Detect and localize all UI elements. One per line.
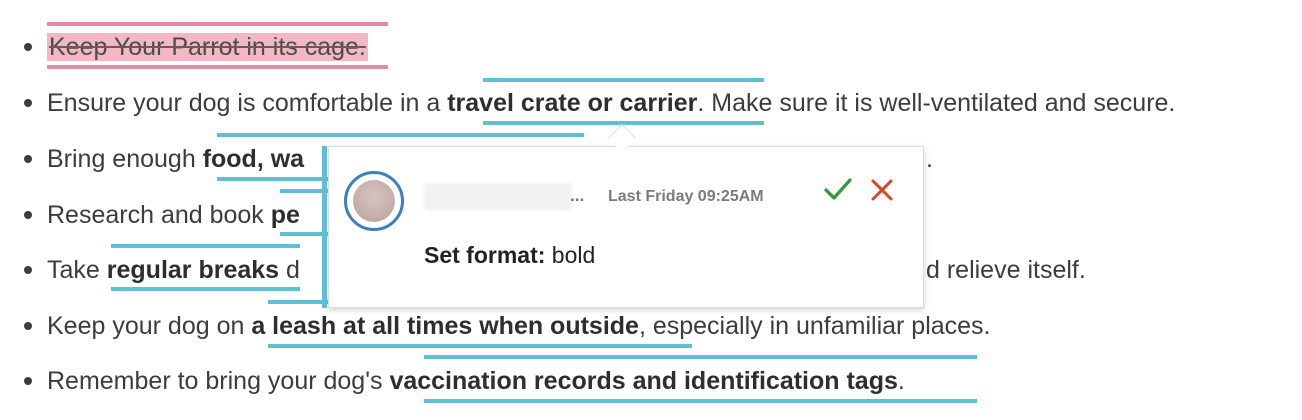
list-item-text: Ensure your dog is comfortable in a trav…	[47, 83, 1175, 123]
deleted-text[interactable]: Keep Your Parrot in its cage.	[47, 33, 368, 61]
accept-change-button[interactable]	[822, 174, 854, 206]
bullet-icon	[24, 99, 32, 107]
tracked-bold-text[interactable]: pe	[271, 201, 300, 229]
track-change-bar	[424, 355, 977, 359]
plain-text: .	[926, 145, 933, 173]
x-icon	[871, 179, 893, 201]
change-description: Set format: bold	[424, 242, 595, 269]
reject-change-button[interactable]	[866, 174, 898, 206]
list-item-text: Take regular breaks d	[47, 250, 300, 290]
list-item-text: Research and book pe	[47, 195, 300, 235]
bullet-icon	[24, 43, 32, 51]
plain-text: Research and book	[47, 201, 271, 229]
plain-text: Ensure your dog is comfortable in a	[47, 89, 448, 117]
track-change-bar	[280, 189, 328, 193]
change-popup	[328, 146, 924, 308]
avatar	[344, 171, 404, 231]
list-item-text: Keep Your Parrot in its cage.	[47, 27, 368, 67]
track-change-bar	[111, 287, 300, 291]
list-item-text: Remember to bring your dog's vaccination…	[47, 361, 905, 401]
bullet-icon	[24, 377, 32, 385]
tracked-bold-text[interactable]: regular breaks	[107, 256, 279, 284]
popup-accent-bar	[322, 146, 327, 308]
author-name-ellipsis: ...	[570, 186, 585, 205]
check-icon	[824, 178, 852, 200]
tracked-bold-text[interactable]: vaccination records and identification t…	[389, 367, 897, 395]
track-change-bar	[217, 177, 330, 181]
avatar-photo	[353, 180, 395, 222]
tracked-bold-text[interactable]: a leash at all times when outside	[251, 312, 639, 340]
author-name-redacted	[424, 183, 572, 211]
plain-text: Take	[47, 256, 107, 284]
tracked-bold-text[interactable]: travel crate or carrier	[447, 89, 697, 117]
deletion-bar-top	[47, 22, 388, 26]
bullet-icon	[24, 322, 32, 330]
track-change-bar	[280, 232, 328, 236]
tracked-bold-text[interactable]: food, wa	[203, 145, 304, 173]
plain-text: .	[897, 367, 905, 395]
bullet-icon	[24, 266, 32, 274]
track-change-bar	[424, 399, 977, 403]
plain-text: . Make sure it is well-ventilated and se…	[697, 89, 1176, 117]
track-change-bar	[268, 344, 692, 348]
bullet-icon	[24, 211, 32, 219]
track-change-bar	[483, 78, 764, 82]
change-label: Set format:	[424, 242, 546, 268]
plain-text: d	[279, 256, 300, 284]
bullet-icon	[24, 155, 32, 163]
plain-text: , especially in unfamiliar places.	[638, 312, 991, 340]
track-change-bar	[111, 244, 300, 248]
plain-text: d relieve itself.	[926, 256, 1086, 284]
list-item-text: Bring enough food, wa	[47, 139, 304, 179]
plain-text: Keep your dog on	[47, 312, 252, 340]
change-timestamp: Last Friday 09:25AM	[608, 188, 764, 205]
list-item-text: Keep your dog on a leash at all times wh…	[47, 306, 991, 346]
track-change-bar	[217, 133, 584, 137]
plain-text: Remember to bring your dog's	[47, 367, 390, 395]
deletion-bar-bottom	[47, 65, 388, 69]
change-value: bold	[545, 242, 596, 268]
plain-text: Bring enough	[47, 145, 203, 173]
